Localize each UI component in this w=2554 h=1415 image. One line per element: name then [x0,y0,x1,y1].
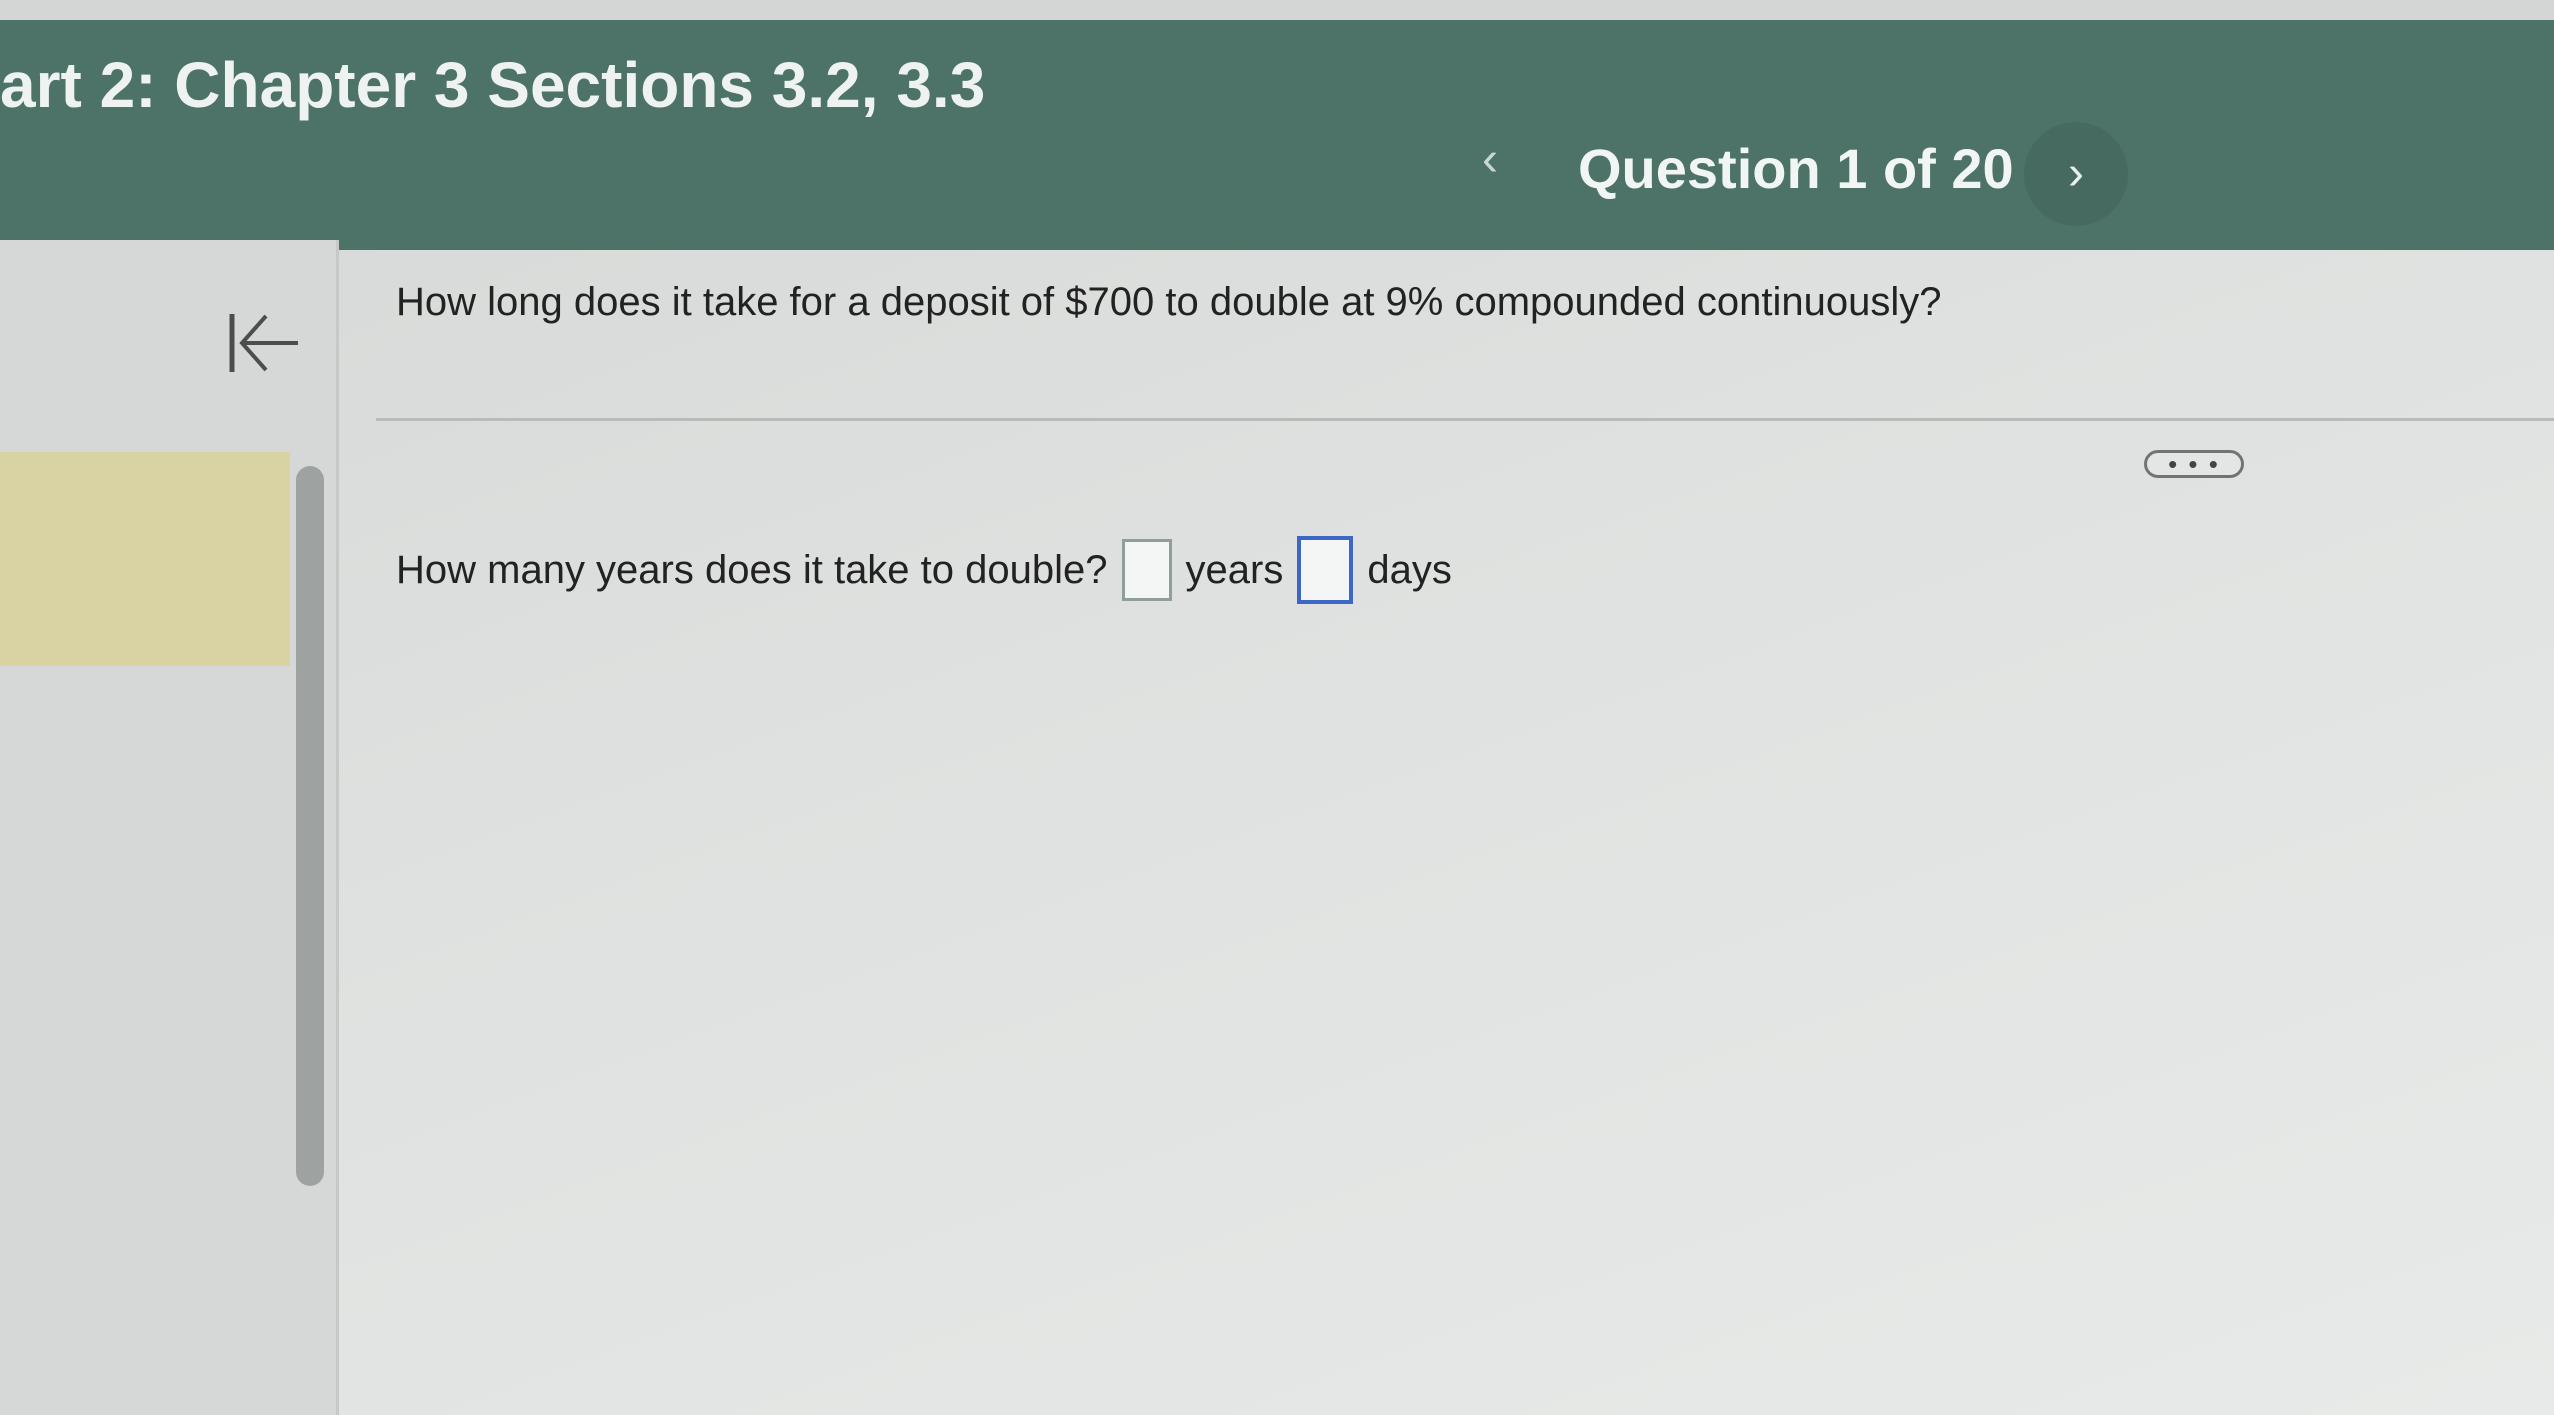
question-panel: How long does it take for a deposit of $… [340,250,2554,1415]
question-prompt: How long does it take for a deposit of $… [396,280,1942,324]
more-options-button[interactable]: • • • [2144,450,2244,478]
days-unit-label: days [1367,547,1452,592]
answer-prompt: How many years does it take to double? [396,547,1108,592]
next-question-button[interactable]: › [2024,122,2128,226]
days-input[interactable] [1297,536,1354,604]
years-input[interactable] [1121,539,1172,601]
assignment-title: art 2: Chapter 3 Sections 3.2, 3.3 [0,49,986,121]
sidebar [0,240,339,1415]
collapse-left-icon[interactable] [222,302,304,384]
years-unit-label: years [1185,547,1284,592]
current-question-highlight[interactable] [0,452,290,666]
sidebar-scrollbar[interactable] [296,466,324,1186]
page: art 2: Chapter 3 Sections 3.2, 3.3 ‹ Que… [0,0,2554,1415]
browser-strip [0,0,2554,20]
question-counter[interactable]: Question 1 of 20 [1578,136,2014,201]
previous-question-button[interactable]: ‹ [1460,130,1520,190]
divider [376,418,2554,421]
answer-row: How many years does it take to double? y… [396,536,1452,604]
